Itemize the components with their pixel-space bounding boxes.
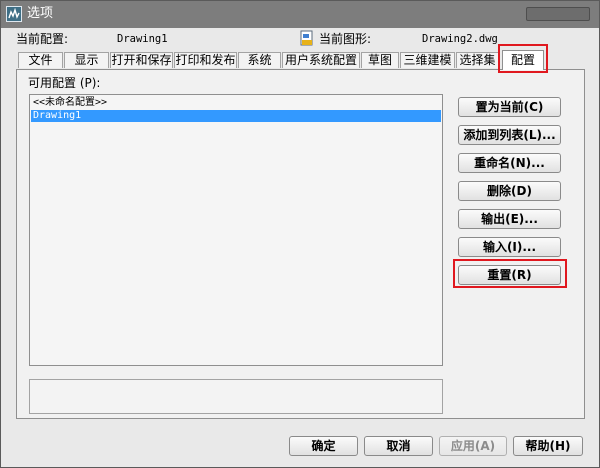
available-profiles-label: 可用配置 (P): (28, 76, 101, 90)
tab-display[interactable]: 显示 (64, 52, 109, 68)
help-button[interactable]: 帮助(H) (513, 436, 583, 456)
cancel-button[interactable]: 取消 (364, 436, 433, 456)
list-item-unnamed-profile[interactable]: <<未命名配置>> (31, 97, 441, 109)
options-dialog: 选项 当前配置: Drawing1 当前图形: Drawing2.dwg 文件 … (0, 0, 600, 468)
tab-system[interactable]: 系统 (238, 52, 281, 68)
tab-drafting[interactable]: 草图 (361, 52, 399, 68)
tab-3d-modeling[interactable]: 三维建模 (400, 52, 455, 68)
tab-files[interactable]: 文件 (18, 52, 63, 68)
drawing-file-icon (299, 30, 315, 46)
current-drawing-label: 当前图形: (319, 32, 372, 46)
profile-description-box (29, 379, 443, 414)
current-profile-value: Drawing1 (117, 33, 168, 45)
profiles-listbox[interactable]: <<未命名配置>> Drawing1 (29, 94, 443, 366)
close-button[interactable] (526, 7, 590, 21)
current-profile-label: 当前配置: (16, 32, 69, 46)
tab-profiles[interactable]: 配置 (502, 50, 544, 70)
tab-selection[interactable]: 选择集 (456, 52, 499, 68)
apply-button[interactable]: 应用(A) (439, 436, 507, 456)
title-bar[interactable]: 选项 (1, 1, 599, 28)
tab-user-preferences[interactable]: 用户系统配置 (282, 52, 360, 68)
list-item-drawing1[interactable]: Drawing1 (31, 110, 441, 122)
add-to-list-button[interactable]: 添加到列表(L)... (458, 125, 561, 145)
delete-button[interactable]: 删除(D) (458, 181, 561, 201)
app-icon (6, 6, 22, 22)
tab-open-save[interactable]: 打开和保存 (110, 52, 173, 68)
ok-button[interactable]: 确定 (289, 436, 358, 456)
export-button[interactable]: 输出(E)... (458, 209, 561, 229)
window-title: 选项 (27, 6, 54, 21)
current-drawing-value: Drawing2.dwg (422, 33, 498, 45)
import-button[interactable]: 输入(I)... (458, 237, 561, 257)
reset-button[interactable]: 重置(R) (458, 265, 561, 285)
set-current-button[interactable]: 置为当前(C) (458, 97, 561, 117)
rename-button[interactable]: 重命名(N)... (458, 153, 561, 173)
tab-plot-publish[interactable]: 打印和发布 (174, 52, 237, 68)
